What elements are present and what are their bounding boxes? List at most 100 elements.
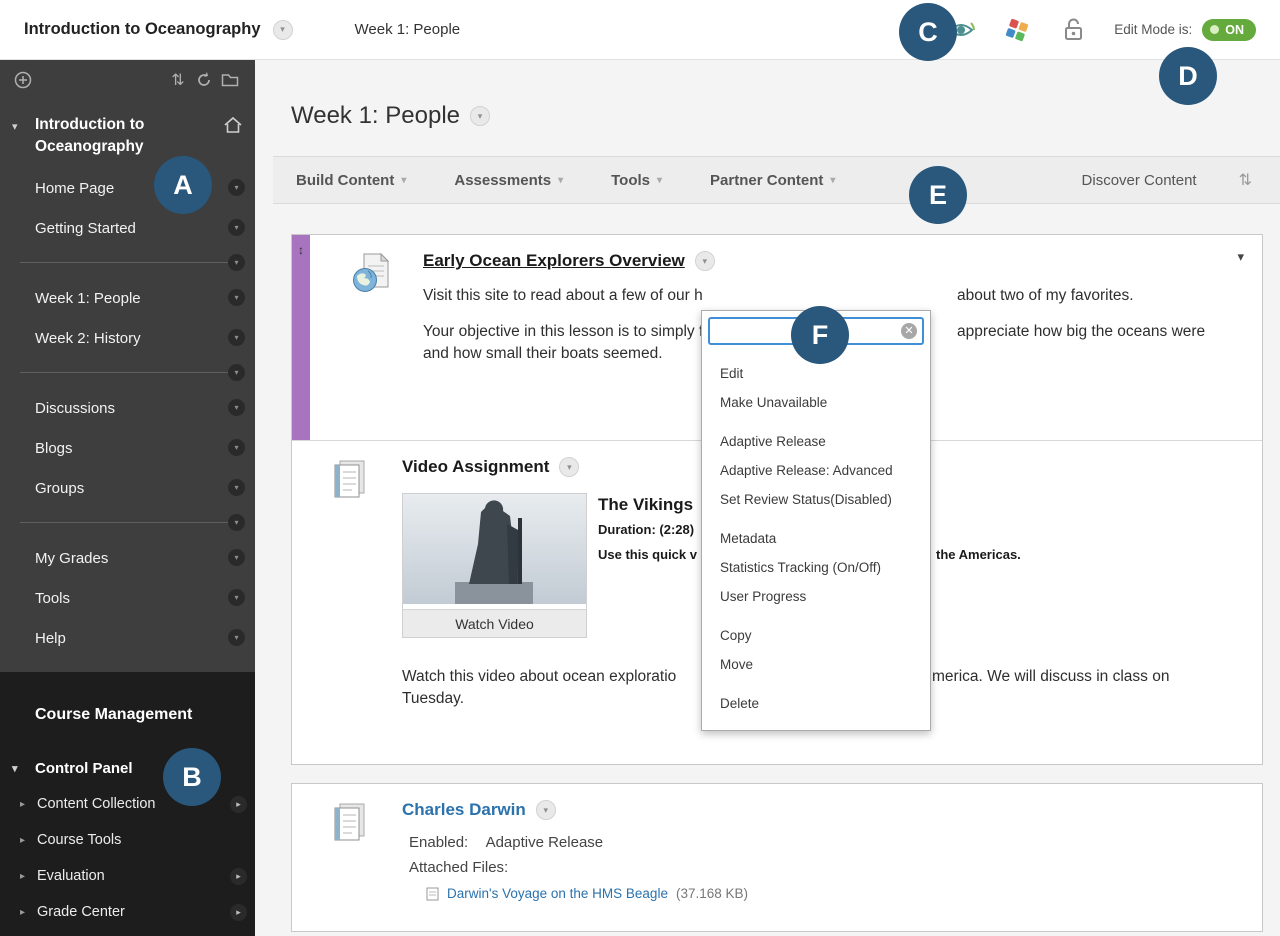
sidebar-item-week2-history[interactable]: Week 2: History ▾ [0, 318, 255, 358]
video-duration: Duration: (2:28) [598, 522, 695, 537]
item-options-icon[interactable]: ▾ [228, 549, 245, 566]
menu-item-statistics-tracking[interactable]: Statistics Tracking (On/Off) [702, 553, 930, 582]
menu-item-copy[interactable]: Copy [702, 621, 930, 650]
item-options-icon[interactable]: ▾ [228, 179, 245, 196]
theme-palette-icon[interactable] [1002, 17, 1032, 43]
partner-content-button[interactable]: Partner Content ▾ [710, 172, 835, 189]
clear-search-icon[interactable]: ✕ [901, 323, 917, 339]
sidebar-item-label: Home Page [35, 179, 115, 197]
menu-item-set-review-status[interactable]: Set Review Status(Disabled) [702, 485, 930, 514]
open-in-area-icon[interactable]: ▸ [230, 903, 247, 921]
item-description: merica. We will discuss in class on [932, 668, 1170, 685]
sidebar-item-week1-people[interactable]: Week 1: People ▾ [0, 278, 255, 318]
item-options-icon[interactable]: ▾ [694, 251, 715, 271]
build-content-button[interactable]: Build Content ▾ [296, 172, 406, 189]
item-options-icon[interactable]: ▾ [228, 289, 245, 306]
sidebar-item-blogs[interactable]: Blogs ▾ [0, 428, 255, 468]
page-title-menu-icon[interactable]: ▾ [470, 106, 490, 126]
sidebar-item-course-tools[interactable]: ▸ Course Tools [0, 822, 255, 858]
video-caption: Use this quick v [598, 547, 697, 562]
discover-content-button[interactable]: Discover Content [1082, 172, 1197, 189]
menu-item-metadata[interactable]: Metadata [702, 524, 930, 553]
item-title-link[interactable]: Early Ocean Explorers Overview [423, 251, 685, 271]
annotation-marker-d: D [1159, 47, 1217, 105]
sidebar-item-tools[interactable]: Tools ▾ [0, 578, 255, 618]
edit-mode-control: Edit Mode is: ON [1114, 18, 1256, 41]
breadcrumb: Week 1: People [354, 21, 461, 38]
item-options-icon[interactable]: ▾ [228, 479, 245, 496]
collapse-item-icon[interactable]: ▾ [1237, 249, 1244, 265]
menu-item-delete[interactable]: Delete [702, 689, 930, 718]
menu-item-user-progress[interactable]: User Progress [702, 582, 930, 611]
drag-region[interactable]: ↕ [292, 235, 310, 440]
attached-file-size: (37.168 KB) [675, 886, 748, 901]
sidebar-course-title: Introduction to Oceanography [35, 116, 145, 155]
context-menu-list: Edit Make Unavailable Adaptive Release A… [702, 351, 930, 730]
annotation-marker-e: E [909, 166, 967, 224]
drag-handle-icon[interactable]: ↕ [292, 243, 310, 257]
attached-files-label: Attached Files: [409, 859, 509, 876]
sidebar-item-evaluation[interactable]: ▸ Evaluation ▸ [0, 858, 255, 894]
item-options-icon[interactable]: ▾ [228, 629, 245, 646]
sidebar-item-groups[interactable]: Groups ▾ [0, 468, 255, 508]
annotation-marker-c: C [899, 3, 957, 61]
menu-divider: ▾ [0, 248, 255, 278]
refresh-icon[interactable] [191, 68, 217, 92]
sidebar-item-label: Week 2: History [35, 329, 141, 347]
sidebar-item-discussions[interactable]: Discussions ▾ [0, 388, 255, 428]
enabled-label: Enabled: [409, 834, 469, 851]
item-options-icon[interactable]: ▾ [228, 219, 245, 236]
sidebar-item-label: Blogs [35, 439, 73, 457]
watch-video-button[interactable]: Watch Video [403, 609, 586, 637]
item-options-icon[interactable]: ▾ [228, 589, 245, 606]
sidebar-item-getting-started[interactable]: Getting Started ▾ [0, 208, 255, 248]
sidebar-item-help[interactable]: Help ▾ [0, 618, 255, 658]
sort-order-icon[interactable]: ⇅ [1239, 170, 1252, 190]
item-options-icon[interactable]: ▾ [559, 457, 580, 477]
video-thumbnail[interactable]: Watch Video [402, 493, 587, 638]
sidebar-item-my-grades[interactable]: My Grades ▾ [0, 538, 255, 578]
sidebar-item-home-page[interactable]: Home Page ▾ [0, 168, 255, 208]
sidebar-item-label: Getting Started [35, 219, 136, 237]
content-list: Charles Darwin ▾ Enabled: Adaptive Relea… [291, 783, 1263, 932]
divider-options-icon[interactable]: ▾ [228, 364, 245, 381]
menu-item-move[interactable]: Move [702, 650, 930, 679]
item-title-link[interactable]: Charles Darwin [402, 800, 526, 820]
divider-options-icon[interactable]: ▾ [228, 254, 245, 271]
item-options-icon[interactable]: ▾ [228, 399, 245, 416]
folder-view-icon[interactable] [217, 68, 243, 92]
add-menu-item-icon[interactable] [10, 68, 36, 92]
edit-mode-value: ON [1225, 22, 1244, 37]
attached-file-link[interactable]: Darwin's Voyage on the HMS Beagle [447, 886, 668, 901]
course-title-menu-icon[interactable]: ▾ [272, 19, 293, 40]
sidebar-item-label: Discussions [35, 399, 116, 417]
item-description: Watch this video about ocean exploratio [402, 668, 677, 685]
reorder-icon[interactable]: ⇅ [165, 68, 191, 92]
menu-item-adaptive-release[interactable]: Adaptive Release [702, 427, 930, 456]
sidebar-item-label: Week 1: People [35, 289, 141, 307]
edit-mode-label: Edit Mode is: [1114, 22, 1193, 37]
home-icon[interactable] [223, 116, 243, 139]
assessments-button[interactable]: Assessments ▾ [454, 172, 563, 189]
item-options-icon[interactable]: ▾ [535, 800, 556, 820]
sidebar-item-grade-center[interactable]: ▸ Grade Center ▸ [0, 894, 255, 930]
top-bar: Introduction to Oceanography ▾ Week 1: P… [0, 0, 1280, 60]
menu-divider: ▾ [0, 358, 255, 388]
tools-button[interactable]: Tools ▾ [611, 172, 662, 189]
web-link-icon [352, 251, 390, 402]
sidebar-item-label: Help [35, 629, 66, 647]
menu-item-adaptive-release-advanced[interactable]: Adaptive Release: Advanced [702, 456, 930, 485]
open-in-area-icon[interactable]: ▸ [230, 795, 247, 813]
menu-item-make-unavailable[interactable]: Make Unavailable [702, 388, 930, 417]
item-description: about two of my favorites. [957, 287, 1134, 304]
unlock-icon[interactable] [1058, 17, 1088, 43]
divider-options-icon[interactable]: ▾ [228, 514, 245, 531]
chevron-down-icon: ▾ [558, 174, 564, 186]
video-caption: the Americas. [936, 547, 1021, 562]
item-description: appreciate how big the oceans were [957, 323, 1206, 340]
sidebar-course-header[interactable]: ▾ Introduction to Oceanography [0, 100, 255, 168]
item-options-icon[interactable]: ▾ [228, 439, 245, 456]
edit-mode-toggle[interactable]: ON [1202, 18, 1256, 41]
open-in-area-icon[interactable]: ▸ [230, 867, 247, 885]
item-options-icon[interactable]: ▾ [228, 329, 245, 346]
